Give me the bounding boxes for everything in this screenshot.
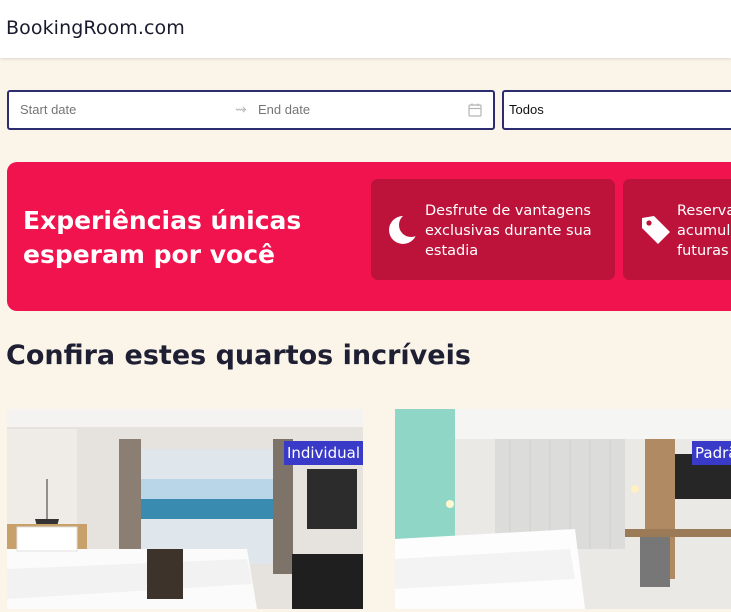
promo-banner: Experiências únicas esperam por você Des… [7, 162, 731, 311]
tag-icon [642, 216, 670, 244]
end-date-input[interactable] [258, 92, 458, 128]
room-type-badge: Padrão [692, 441, 731, 465]
promo-title: Experiências únicas esperam por você [23, 206, 302, 269]
benefit-text: Desfrute de vantagens exclusivas durante… [425, 203, 592, 259]
room-photo [395, 409, 731, 609]
room-photo [7, 409, 363, 609]
start-date-input[interactable] [20, 92, 220, 128]
moon-icon [389, 213, 421, 244]
room-type-badge: Individual [283, 441, 363, 465]
calendar-icon[interactable] [468, 103, 482, 117]
room-type-value: Todos [509, 102, 544, 117]
benefit-card-reservas: Reservas acumulam futuras [623, 179, 731, 280]
arrow-right-icon: ⇝ [235, 102, 247, 118]
date-range-picker[interactable]: ⇝ [7, 90, 495, 130]
benefit-card-vantagens: Desfrute de vantagens exclusivas durante… [371, 179, 615, 280]
room-card-padrao[interactable]: Padrão [395, 409, 731, 609]
benefit-text: Reservas acumulam futuras [677, 203, 731, 259]
site-header: BookingRoom.com [0, 0, 731, 58]
rooms-section-title: Confira estes quartos incríveis [6, 340, 471, 371]
room-card-individual[interactable]: Individual [7, 409, 363, 609]
room-type-select[interactable]: Todos [502, 90, 731, 130]
site-logo[interactable]: BookingRoom.com [6, 17, 185, 39]
